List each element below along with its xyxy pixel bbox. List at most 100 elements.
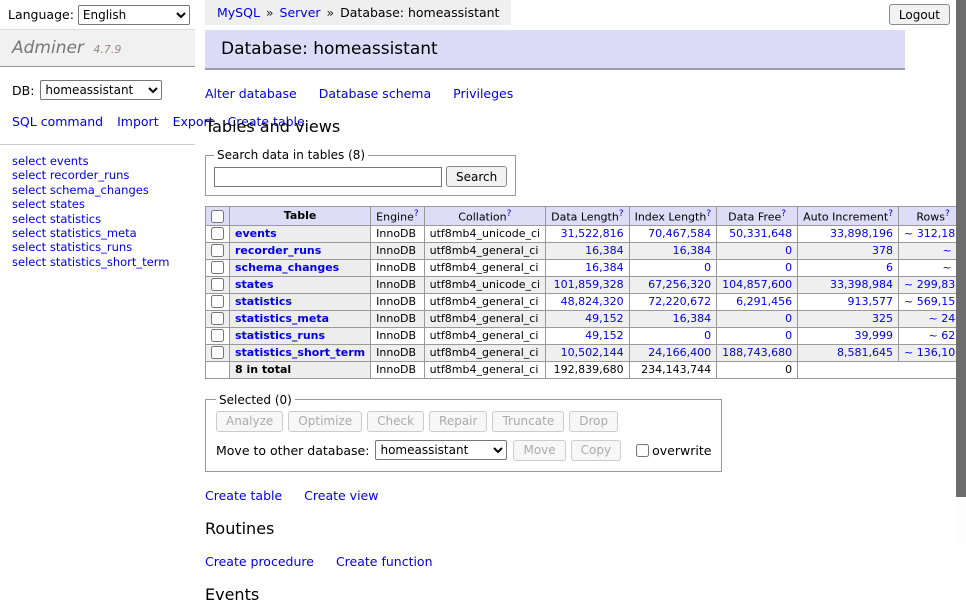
data-free-link[interactable]: 0	[785, 244, 792, 257]
auto-increment-link[interactable]: 378	[872, 244, 893, 257]
table-name-link[interactable]: recorder_runs	[235, 244, 321, 257]
row-checkbox[interactable]	[211, 278, 224, 291]
data-free-link[interactable]: 104,857,600	[722, 278, 792, 291]
sidebar-select-link[interactable]: select statistics	[12, 212, 101, 226]
vertical-scrollbar[interactable]	[956, 0, 966, 543]
auto-increment-link[interactable]: 39,999	[855, 329, 894, 342]
auto-increment-link[interactable]: 33,398,984	[830, 278, 893, 291]
row-checkbox[interactable]	[211, 244, 224, 257]
analyze-button[interactable]: Analyze	[216, 411, 283, 432]
create-link[interactable]: Create table	[205, 488, 282, 503]
sidebar-action-link[interactable]: Import	[117, 114, 159, 129]
index-length-link[interactable]: 16,384	[673, 244, 712, 257]
row-checkbox[interactable]	[211, 312, 224, 325]
move-db-select[interactable]: homeassistant	[375, 440, 507, 460]
auto-increment-link[interactable]: 8,581,645	[837, 346, 893, 359]
index-length-link[interactable]: 72,220,672	[648, 295, 711, 308]
data-length-link[interactable]: 16,384	[585, 244, 624, 257]
row-checkbox[interactable]	[211, 261, 224, 274]
sidebar-action-link[interactable]: SQL command	[12, 114, 103, 129]
auto-increment-link[interactable]: 6	[886, 261, 893, 274]
search-input[interactable]	[214, 167, 442, 187]
sidebar-select-link[interactable]: select events	[12, 154, 89, 168]
table-name-link[interactable]: statistics	[235, 295, 292, 308]
data-length-link[interactable]: 49,152	[585, 312, 624, 325]
sidebar-select-link[interactable]: select schema_changes	[12, 183, 149, 197]
table-name-link[interactable]: events	[235, 227, 277, 240]
column-help-link[interactable]: ?	[706, 209, 711, 219]
breadcrumb-link[interactable]: MySQL	[217, 5, 260, 20]
sidebar-table-item: select statistics_meta	[12, 227, 183, 240]
db-action-link[interactable]: Database schema	[319, 86, 431, 101]
data-length-link[interactable]: 48,824,320	[561, 295, 624, 308]
language-select[interactable]: English	[78, 5, 190, 25]
sidebar-select-link[interactable]: select statistics_runs	[12, 240, 132, 254]
check-button[interactable]: Check	[367, 411, 424, 432]
auto-increment-link[interactable]: 913,577	[848, 295, 894, 308]
sidebar-select-link[interactable]: select statistics_meta	[12, 226, 137, 240]
data-length-link[interactable]: 49,152	[585, 329, 624, 342]
db-select[interactable]: homeassistant	[40, 80, 162, 100]
index-length-link[interactable]: 0	[704, 261, 711, 274]
data-free-link[interactable]: 0	[785, 312, 792, 325]
data-free-link[interactable]: 0	[785, 261, 792, 274]
row-checkbox[interactable]	[211, 295, 224, 308]
db-action-link[interactable]: Privileges	[453, 86, 513, 101]
move-button[interactable]: Move	[513, 440, 565, 461]
data-free-link[interactable]: 0	[785, 329, 792, 342]
sidebar-select-link[interactable]: select statistics_short_term	[12, 255, 169, 269]
auto-increment-link[interactable]: 33,898,196	[830, 227, 893, 240]
truncate-button[interactable]: Truncate	[492, 411, 564, 432]
rows-estimate-link[interactable]: ~ 299,833	[904, 278, 962, 291]
column-help-link[interactable]: ?	[945, 209, 950, 219]
logout-button[interactable]: Logout	[889, 4, 950, 25]
row-checkbox[interactable]	[211, 346, 224, 359]
copy-button[interactable]: Copy	[571, 440, 621, 461]
index-length-link[interactable]: 0	[704, 329, 711, 342]
breadcrumb-link[interactable]: Server	[280, 5, 321, 20]
drop-button[interactable]: Drop	[569, 411, 618, 432]
db-action-link[interactable]: Alter database	[205, 86, 297, 101]
data-length-link[interactable]: 101,859,328	[554, 278, 624, 291]
data-length-link[interactable]: 16,384	[585, 261, 624, 274]
sidebar-select-link[interactable]: select recorder_runs	[12, 168, 129, 182]
index-length-link[interactable]: 24,166,400	[648, 346, 711, 359]
table-name-cell: statistics_runs	[230, 327, 371, 344]
auto-increment-link[interactable]: 325	[872, 312, 893, 325]
routine-link[interactable]: Create procedure	[205, 554, 314, 569]
scrollbar-thumb[interactable]	[956, 0, 966, 497]
column-help-link[interactable]: ?	[781, 209, 786, 219]
table-row: statesInnoDButf8mb4_unicode_ci101,859,32…	[206, 276, 966, 293]
rows-estimate-link[interactable]: ~ 569,159	[904, 295, 962, 308]
search-button[interactable]: Search	[446, 166, 507, 187]
column-help-link[interactable]: ?	[888, 209, 893, 219]
table-name-link[interactable]: states	[235, 278, 274, 291]
optimize-button[interactable]: Optimize	[288, 411, 362, 432]
collation-cell: utf8mb4_general_ci	[424, 293, 545, 310]
data-free-link[interactable]: 6,291,456	[736, 295, 792, 308]
table-name-link[interactable]: statistics_meta	[235, 312, 329, 325]
sidebar-select-link[interactable]: select states	[12, 197, 85, 211]
row-checkbox[interactable]	[211, 329, 224, 342]
repair-button[interactable]: Repair	[429, 411, 487, 432]
routine-link[interactable]: Create function	[336, 554, 433, 569]
overwrite-checkbox[interactable]	[636, 444, 649, 457]
data-free-link[interactable]: 188,743,680	[722, 346, 792, 359]
column-help-link[interactable]: ?	[619, 209, 624, 219]
row-checkbox[interactable]	[211, 227, 224, 240]
data-length-link[interactable]: 10,502,144	[561, 346, 624, 359]
table-name-link[interactable]: statistics_runs	[235, 329, 325, 342]
index-length-link[interactable]: 70,467,584	[648, 227, 711, 240]
table-name-link[interactable]: schema_changes	[235, 261, 339, 274]
data-free-link[interactable]: 50,331,648	[729, 227, 792, 240]
index-length-link[interactable]: 16,384	[673, 312, 712, 325]
rows-estimate-link[interactable]: ~ 136,108	[904, 346, 962, 359]
select-all-checkbox[interactable]	[211, 210, 224, 223]
rows-estimate-link[interactable]: ~ 312,180	[904, 227, 962, 240]
table-name-link[interactable]: statistics_short_term	[235, 346, 365, 359]
data-length-link[interactable]: 31,522,816	[561, 227, 624, 240]
column-help-link[interactable]: ?	[414, 209, 419, 219]
column-help-link[interactable]: ?	[507, 209, 512, 219]
index-length-link[interactable]: 67,256,320	[648, 278, 711, 291]
create-link[interactable]: Create view	[304, 488, 378, 503]
